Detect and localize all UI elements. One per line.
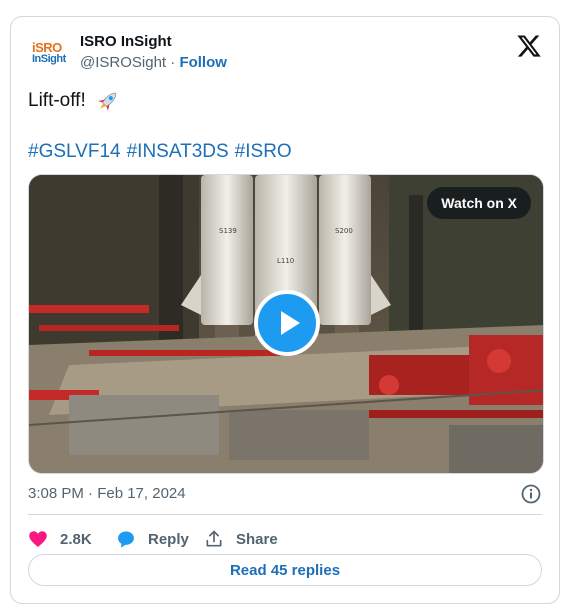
rocket-emoji-icon (98, 92, 117, 111)
embedded-post-card: iSRO InSight ISRO InSight @ISROSight · F… (10, 16, 560, 604)
author-handle[interactable]: @ISROSight (80, 54, 166, 71)
author-meta: @ISROSight · Follow (80, 54, 227, 71)
play-button[interactable] (254, 290, 320, 356)
play-icon (281, 311, 300, 335)
avatar[interactable]: iSRO InSight (28, 37, 68, 77)
booster-label: L110 (277, 257, 294, 265)
meta-separator: · (166, 54, 180, 71)
hashtag-link[interactable]: #ISRO (235, 141, 292, 162)
x-logo-icon[interactable] (516, 33, 542, 59)
post-text: Lift-off! (28, 89, 121, 115)
heart-icon (29, 531, 47, 547)
post-timestamp[interactable]: 3:08 PM · Feb 17, 2024 (28, 485, 186, 502)
author-name[interactable]: ISRO InSight (80, 33, 227, 53)
share-label: Share (236, 530, 278, 548)
reply-button[interactable]: Reply (116, 523, 189, 555)
follow-link[interactable]: Follow (179, 54, 227, 71)
hashtag-link[interactable]: #GSLVF14 (28, 141, 121, 162)
author-info: ISRO InSight @ISROSight · Follow (80, 33, 227, 71)
watch-on-x-button[interactable]: Watch on X (427, 187, 531, 219)
post-text-content: Lift-off! (28, 90, 86, 112)
booster-label: S139 (219, 227, 237, 235)
avatar-logo-text-bottom: InSight (32, 53, 66, 65)
like-count: 2.8K (60, 530, 92, 548)
action-bar: 2.8K Reply Share (28, 523, 528, 555)
read-replies-button[interactable]: Read 45 replies (28, 554, 542, 586)
video-media[interactable]: S139 L110 S200 Watch on X (28, 174, 544, 474)
reply-bubble-icon (118, 531, 134, 548)
share-icon (206, 530, 222, 547)
hashtag-link[interactable]: #INSAT3DS (127, 141, 229, 162)
booster-label: S200 (335, 227, 353, 235)
info-icon[interactable] (520, 483, 542, 505)
share-button[interactable]: Share (204, 523, 278, 555)
like-button[interactable]: 2.8K (28, 523, 92, 555)
divider (28, 514, 542, 515)
reply-label: Reply (148, 530, 189, 548)
hashtag-line: #GSLVF14 #INSAT3DS #ISRO (28, 141, 298, 163)
post-header: iSRO InSight ISRO InSight @ISROSight · F… (28, 31, 542, 75)
